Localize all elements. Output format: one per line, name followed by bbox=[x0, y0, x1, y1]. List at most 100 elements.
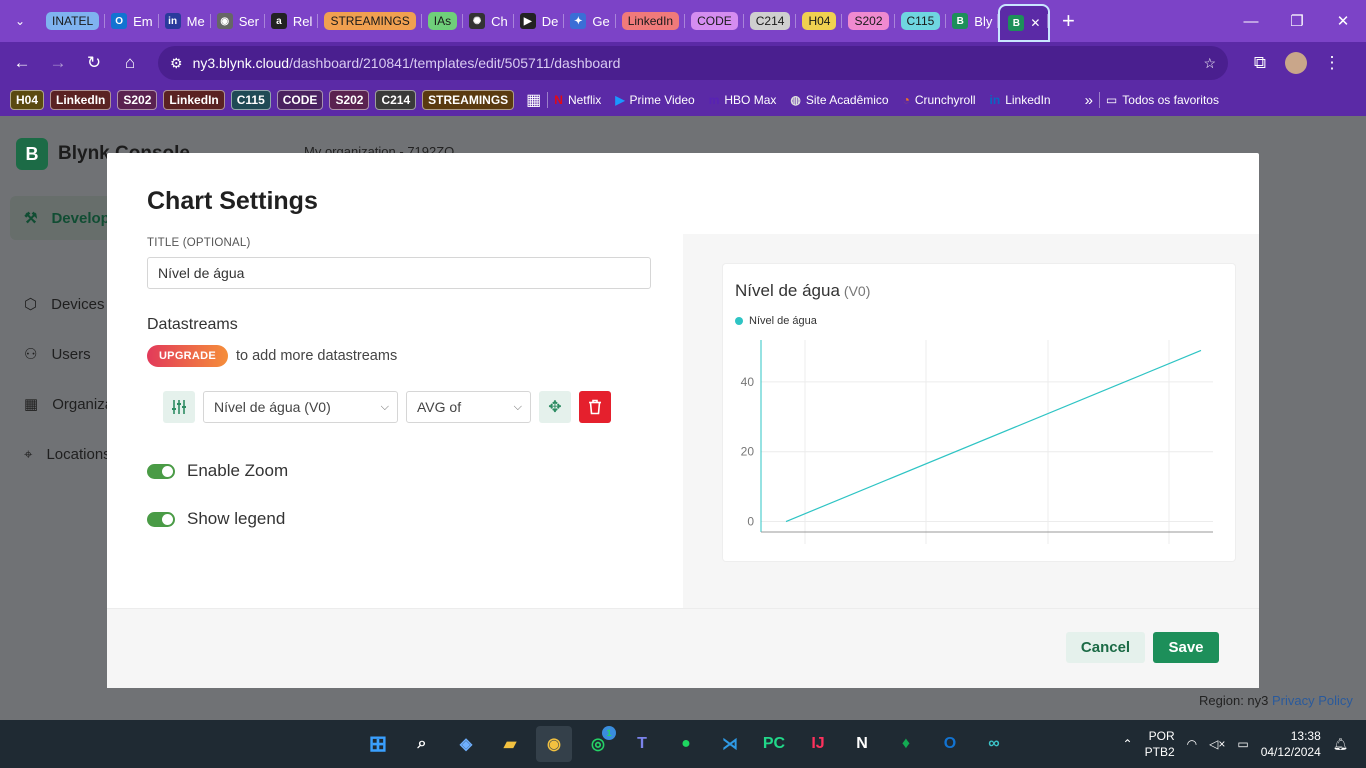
bookmark-link[interactable]: ◔ Crunchyroll bbox=[903, 89, 976, 111]
teams-icon[interactable]: T bbox=[624, 726, 660, 762]
browser-tab[interactable]: IAs bbox=[422, 6, 464, 36]
tab-title: Bly bbox=[974, 13, 993, 29]
wifi-icon[interactable]: ◠ bbox=[1187, 737, 1197, 751]
vscode-icon[interactable]: ⋊ bbox=[712, 726, 748, 762]
intellij-icon[interactable]: IJ bbox=[800, 726, 836, 762]
bookmark-folder[interactable]: STREAMINGS bbox=[422, 89, 515, 111]
show-legend-toggle[interactable] bbox=[147, 511, 175, 527]
chrome-icon[interactable]: ◉ bbox=[536, 726, 572, 762]
browser-menu-icon[interactable]: ⋮ bbox=[1314, 45, 1350, 81]
browser-tab[interactable]: INATEL bbox=[40, 6, 106, 36]
copilot-icon[interactable]: ◈ bbox=[448, 726, 484, 762]
browser-tab[interactable]: ✦ Ge bbox=[564, 6, 617, 36]
bookmarks-bar: H04 LinkedIn S202 LinkedIn C115 CODE S202 C214 S… bbox=[0, 84, 1366, 116]
privacy-policy-link[interactable]: Privacy Policy bbox=[1272, 693, 1353, 708]
clock[interactable]: 13:38 04/12/2024 bbox=[1261, 728, 1321, 760]
forward-icon[interactable]: → bbox=[40, 45, 76, 81]
browser-tab[interactable]: ◉ Ser bbox=[211, 6, 266, 36]
tab-search-button[interactable]: ⌄ bbox=[0, 1, 40, 41]
enable-zoom-toggle[interactable] bbox=[147, 463, 175, 479]
browser-tab[interactable]: STREAMINGS bbox=[318, 6, 423, 36]
url-field[interactable]: ⚙ ny3.blynk.cloud/dashboard/210841/templ… bbox=[158, 46, 1228, 80]
extensions-icon[interactable]: ⧉ bbox=[1242, 45, 1278, 81]
browser-tab[interactable]: ▶ De bbox=[514, 6, 565, 36]
bookmark-folder[interactable]: S202 bbox=[329, 89, 370, 111]
pycharm-icon[interactable]: PC bbox=[756, 726, 792, 762]
language-indicator[interactable]: POR PTB2 bbox=[1145, 728, 1175, 760]
url-host: ny3.blynk.cloud bbox=[192, 55, 290, 71]
whatsapp-icon[interactable]: ◎ 1 bbox=[580, 726, 616, 762]
all-favorites-folder[interactable]: ▭ Todos os favoritos bbox=[1106, 89, 1219, 111]
bookmark-star-icon[interactable]: ☆ bbox=[1203, 55, 1216, 72]
browser-tab[interactable]: LinkedIn bbox=[616, 6, 686, 36]
bookmark-label: S202 bbox=[329, 90, 370, 110]
drag-handle-button[interactable]: ✥ bbox=[539, 391, 571, 423]
browser-tab[interactable]: in Me bbox=[159, 6, 211, 36]
bookmark-folder[interactable]: C115 bbox=[230, 89, 271, 111]
browser-tab[interactable]: H04 bbox=[796, 6, 843, 36]
bookmark-folder[interactable]: LinkedIn bbox=[50, 89, 112, 111]
bookmark-link[interactable]: ◍ Site Acadêmico bbox=[790, 89, 888, 111]
bookmark-favicon-icon: ▶ bbox=[615, 93, 625, 107]
more-bookmarks-icon[interactable]: » bbox=[1085, 89, 1093, 111]
browser-tab[interactable]: C115 bbox=[895, 6, 947, 36]
arduino-icon[interactable]: ∞ bbox=[976, 726, 1012, 762]
back-icon[interactable]: ← bbox=[4, 45, 40, 81]
bookmark-link[interactable]: N Netflix bbox=[554, 89, 601, 111]
chart-title-input[interactable] bbox=[147, 257, 651, 289]
mongodb-icon[interactable]: ♦ bbox=[888, 726, 924, 762]
reload-icon[interactable]: ↻ bbox=[76, 45, 112, 81]
tab-group-label: C115 bbox=[900, 12, 941, 30]
bookmark-folder[interactable]: S202 bbox=[117, 89, 158, 111]
browser-tab[interactable]: B Bly bbox=[946, 6, 999, 36]
aggregation-select[interactable]: AVG of ⌵ bbox=[406, 391, 531, 423]
windows-start-icon[interactable]: ⊞ bbox=[360, 726, 396, 762]
site-info-icon[interactable]: ⚙ bbox=[170, 55, 183, 72]
save-button[interactable]: Save bbox=[1153, 632, 1219, 663]
search-icon[interactable]: ⌕ bbox=[404, 726, 440, 762]
upgrade-note: to add more datastreams bbox=[236, 348, 398, 364]
file-explorer-icon[interactable]: ▰ bbox=[492, 726, 528, 762]
battery-icon[interactable]: ▭ bbox=[1237, 737, 1248, 751]
chart-pin-text: (V0) bbox=[843, 283, 871, 299]
bookmark-favicon-icon: N bbox=[554, 93, 563, 107]
volume-muted-icon[interactable]: ◁× bbox=[1209, 737, 1225, 751]
bookmark-link[interactable]: ▶ Prime Video bbox=[615, 89, 694, 111]
apps-grid-icon[interactable]: ▦ bbox=[526, 89, 541, 111]
tab-blynk-active[interactable]: B ✕ bbox=[998, 4, 1051, 42]
bookmark-folder[interactable]: CODE bbox=[276, 89, 324, 111]
chevron-up-icon[interactable]: ⌃ bbox=[1123, 737, 1133, 751]
browser-tab[interactable]: S202 bbox=[842, 6, 895, 36]
notifications-icon[interactable]: 🔔︎ bbox=[1333, 737, 1348, 751]
browser-tab[interactable]: a Rel bbox=[265, 6, 319, 36]
bookmark-link[interactable]: m HBO Max bbox=[709, 89, 777, 111]
datastream-select[interactable]: Nível de água (V0) ⌵ bbox=[203, 391, 398, 423]
browser-tab[interactable]: C214 bbox=[744, 6, 797, 36]
new-tab-button[interactable]: + bbox=[1050, 3, 1086, 39]
bookmark-label: Site Acadêmico bbox=[805, 93, 889, 107]
browser-tab[interactable]: ✺ Ch bbox=[463, 6, 514, 36]
bookmark-link[interactable]: in LinkedIn bbox=[990, 89, 1051, 111]
upgrade-badge[interactable]: UPGRADE bbox=[147, 345, 228, 367]
close-window-icon[interactable]: ✕ bbox=[1320, 1, 1366, 41]
minimize-icon[interactable]: — bbox=[1228, 1, 1274, 41]
bookmark-folder[interactable]: LinkedIn bbox=[163, 89, 225, 111]
restore-icon[interactable]: ❐ bbox=[1274, 1, 1320, 41]
outlook-icon[interactable]: O bbox=[932, 726, 968, 762]
chart-legend[interactable]: Nível de água bbox=[735, 315, 817, 327]
chart-preview-title: Nível de água (V0) bbox=[735, 281, 870, 301]
chevron-down-icon: ⌵ bbox=[380, 400, 389, 413]
bookmark-folder[interactable]: C214 bbox=[375, 89, 417, 111]
notion-icon[interactable]: N bbox=[844, 726, 880, 762]
bookmark-label: Crunchyroll bbox=[914, 93, 976, 107]
close-tab-icon[interactable]: ✕ bbox=[1030, 16, 1040, 30]
browser-tab[interactable]: O Em bbox=[105, 6, 159, 36]
spotify-icon[interactable]: ● bbox=[668, 726, 704, 762]
profile-avatar[interactable] bbox=[1278, 45, 1314, 81]
home-icon[interactable]: ⌂ bbox=[112, 45, 148, 81]
cancel-button[interactable]: Cancel bbox=[1066, 632, 1145, 663]
bookmark-folder[interactable]: H04 bbox=[10, 89, 45, 111]
browser-tab[interactable]: CODE bbox=[685, 6, 744, 36]
datastream-settings-button[interactable] bbox=[163, 391, 195, 423]
delete-datastream-button[interactable] bbox=[579, 391, 611, 423]
